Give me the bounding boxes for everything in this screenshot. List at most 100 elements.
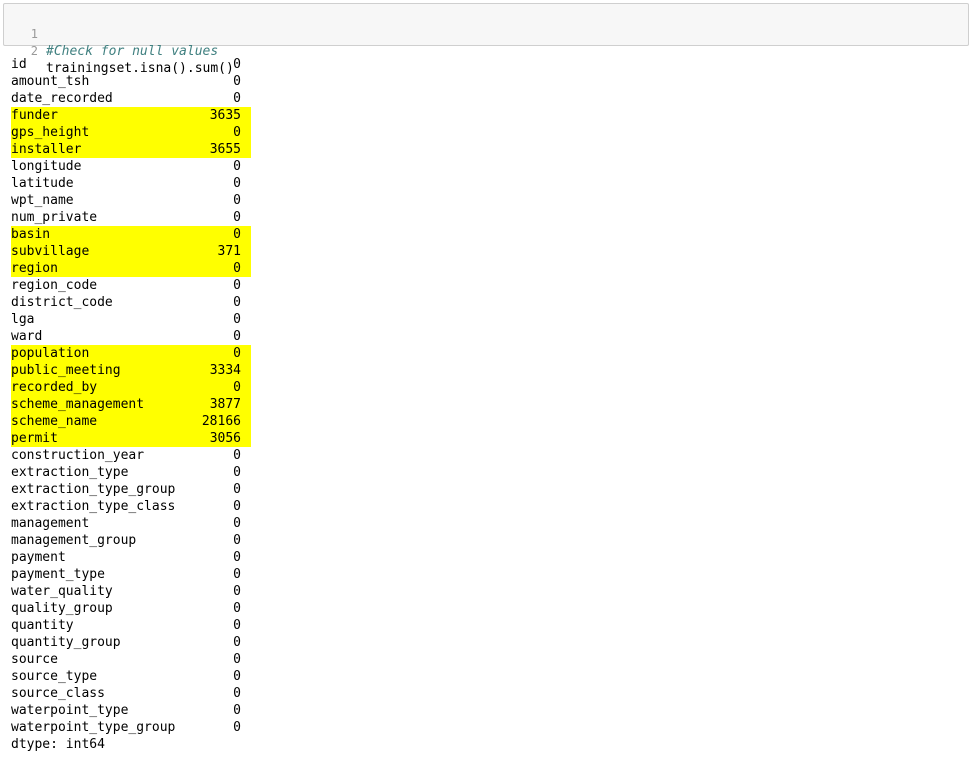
null-count: 0 — [233, 703, 241, 718]
null-count: 28166 — [201, 414, 241, 429]
column-name: scheme_name — [11, 414, 98, 429]
dtype-label: dtype: int64 — [11, 737, 105, 752]
null-count: 3877 — [209, 397, 241, 412]
cell-output: id 0 amount_tsh 0 date_recorded 0 funder 3635 gp… — [11, 56, 251, 753]
column-name: payment — [11, 550, 66, 565]
series-row: population 0 — [11, 345, 251, 362]
column-name: public_meeting — [11, 363, 121, 378]
column-name: construction_year — [11, 448, 145, 463]
column-name: source — [11, 652, 58, 667]
series-row: wpt_name 0 — [11, 192, 251, 209]
null-count: 0 — [233, 261, 241, 276]
null-count: 0 — [233, 74, 241, 89]
null-count: 0 — [233, 584, 241, 599]
column-name: funder — [11, 108, 58, 123]
series-row: water_quality 0 — [11, 583, 251, 600]
column-name: id — [11, 57, 27, 72]
null-count: 0 — [233, 465, 241, 480]
column-name: quantity_group — [11, 635, 121, 650]
series-row: installer 3655 — [11, 141, 251, 158]
column-name: amount_tsh — [11, 74, 90, 89]
series-row: source_class 0 — [11, 685, 251, 702]
series-row: basin 0 — [11, 226, 251, 243]
series-row: latitude 0 — [11, 175, 251, 192]
series-row: construction_year 0 — [11, 447, 251, 464]
null-count: 0 — [233, 652, 241, 667]
column-name: quantity — [11, 618, 74, 633]
series-row: date_recorded 0 — [11, 90, 251, 107]
null-count: 0 — [233, 720, 241, 735]
null-count: 0 — [233, 210, 241, 225]
series-row: amount_tsh 0 — [11, 73, 251, 90]
series-row: source_type 0 — [11, 668, 251, 685]
column-name: extraction_type_class — [11, 499, 176, 514]
column-name: waterpoint_type_group — [11, 720, 176, 735]
series-row: public_meeting 3334 — [11, 362, 251, 379]
column-name: water_quality — [11, 584, 113, 599]
null-count: 0 — [233, 125, 241, 140]
column-name: num_private — [11, 210, 98, 225]
column-name: management — [11, 516, 90, 531]
null-count: 0 — [233, 635, 241, 650]
null-count: 0 — [233, 686, 241, 701]
series-row: payment 0 — [11, 549, 251, 566]
series-row: quantity 0 — [11, 617, 251, 634]
series-row: management_group 0 — [11, 532, 251, 549]
series-row: subvillage 371 — [11, 243, 251, 260]
null-count: 3056 — [209, 431, 241, 446]
series-row: region_code 0 — [11, 277, 251, 294]
series-row: quantity_group 0 — [11, 634, 251, 651]
null-count: 0 — [233, 57, 241, 72]
column-name: management_group — [11, 533, 137, 548]
null-count: 3334 — [209, 363, 241, 378]
series-row: extraction_type_class 0 — [11, 498, 251, 515]
series-row: ward 0 — [11, 328, 251, 345]
column-name: date_recorded — [11, 91, 113, 106]
null-count: 3655 — [209, 142, 241, 157]
column-name: scheme_management — [11, 397, 145, 412]
code-line-1: 1 #Check for null values — [4, 9, 218, 59]
column-name: latitude — [11, 176, 74, 191]
null-count: 0 — [233, 312, 241, 327]
series-row: gps_height 0 — [11, 124, 251, 141]
column-name: longitude — [11, 159, 82, 174]
column-name: population — [11, 346, 90, 361]
series-row: district_code 0 — [11, 294, 251, 311]
series-row: payment_type 0 — [11, 566, 251, 583]
column-name: source_type — [11, 669, 98, 684]
column-name: wpt_name — [11, 193, 74, 208]
column-name: region — [11, 261, 58, 276]
null-count: 0 — [233, 482, 241, 497]
null-count: 0 — [233, 295, 241, 310]
null-count: 0 — [233, 499, 241, 514]
null-count: 0 — [233, 193, 241, 208]
column-name: extraction_type_group — [11, 482, 176, 497]
null-count: 0 — [233, 227, 241, 242]
series-row: waterpoint_type 0 — [11, 702, 251, 719]
column-name: installer — [11, 142, 82, 157]
series-row: funder 3635 — [11, 107, 251, 124]
column-name: payment_type — [11, 567, 105, 582]
null-count: 0 — [233, 176, 241, 191]
null-count: 3635 — [209, 108, 241, 123]
column-name: permit — [11, 431, 58, 446]
column-name: waterpoint_type — [11, 703, 129, 718]
code-cell-input[interactable]: 1 #Check for null values 2 trainingset.i… — [3, 3, 969, 76]
series-row: id 0 — [11, 56, 251, 73]
column-name: extraction_type — [11, 465, 129, 480]
null-count: 0 — [233, 91, 241, 106]
series-row: longitude 0 — [11, 158, 251, 175]
series-row: scheme_name 28166 — [11, 413, 251, 430]
series-row: waterpoint_type_group 0 — [11, 719, 251, 736]
null-count: 0 — [233, 346, 241, 361]
column-name: source_class — [11, 686, 105, 701]
null-count: 0 — [233, 533, 241, 548]
column-name: district_code — [11, 295, 113, 310]
null-count: 0 — [233, 448, 241, 463]
column-name: recorded_by — [11, 380, 98, 395]
series-row: permit 3056 — [11, 430, 251, 447]
null-count: 0 — [233, 567, 241, 582]
column-name: subvillage — [11, 244, 90, 259]
null-count: 371 — [217, 244, 241, 259]
series-row: region 0 — [11, 260, 251, 277]
